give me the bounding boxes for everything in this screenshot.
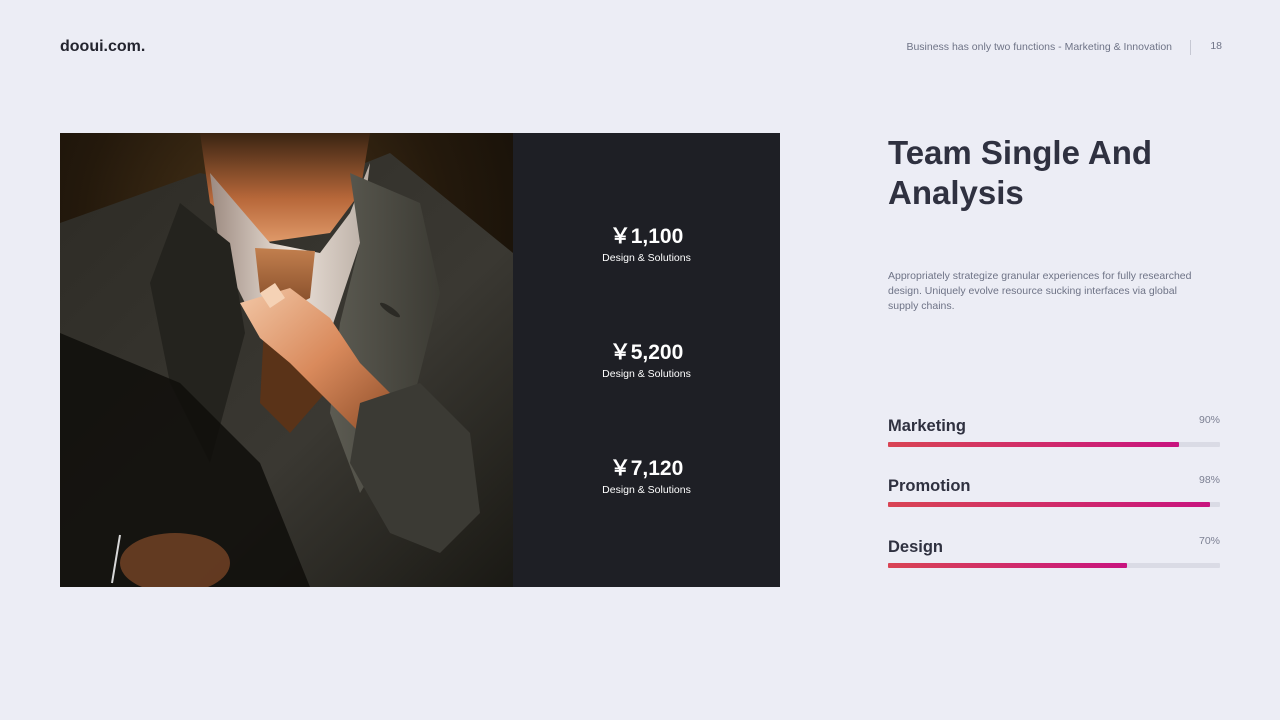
stat-label: Design & Solutions xyxy=(602,484,691,496)
stat-value: ￥7,120 xyxy=(609,457,684,480)
stat-value: ￥5,200 xyxy=(609,341,684,364)
skill-percent: 98% xyxy=(1198,474,1220,486)
progress-fill xyxy=(888,563,1128,568)
skill-percent: 70% xyxy=(1198,535,1220,547)
progress-fill xyxy=(888,442,1179,447)
header-divider xyxy=(1190,40,1191,55)
progress-track xyxy=(888,502,1220,507)
slide-title: Team Single And Analysis xyxy=(888,134,1153,211)
stats-panel: ￥1,100 Design & Solutions ￥5,200 Design … xyxy=(513,133,780,587)
progress-track xyxy=(888,442,1220,447)
header-tagline: Business has only two functions - Market… xyxy=(906,41,1172,53)
stat-item: ￥1,100 Design & Solutions xyxy=(513,225,780,264)
skill-name: Design xyxy=(888,538,944,556)
slide-description: Appropriately strategize granular experi… xyxy=(888,270,1192,312)
skill-promotion: Promotion 98% xyxy=(888,474,1220,507)
stat-value: ￥1,100 xyxy=(609,225,684,248)
skill-marketing: Marketing 90% xyxy=(888,414,1220,447)
brand-logo: dooui.com. xyxy=(60,38,146,55)
skill-percent: 90% xyxy=(1198,414,1220,426)
page-number: 18 xyxy=(1210,40,1222,52)
skill-name: Promotion xyxy=(888,477,971,495)
progress-track xyxy=(888,563,1220,568)
stat-item: ￥5,200 Design & Solutions xyxy=(513,341,780,380)
businessman-tie-photo xyxy=(60,133,513,587)
stat-label: Design & Solutions xyxy=(602,252,691,264)
stat-item: ￥7,120 Design & Solutions xyxy=(513,457,780,496)
stat-label: Design & Solutions xyxy=(602,368,691,380)
progress-fill xyxy=(888,502,1211,507)
skill-design: Design 70% xyxy=(888,535,1220,568)
skill-name: Marketing xyxy=(888,417,966,435)
